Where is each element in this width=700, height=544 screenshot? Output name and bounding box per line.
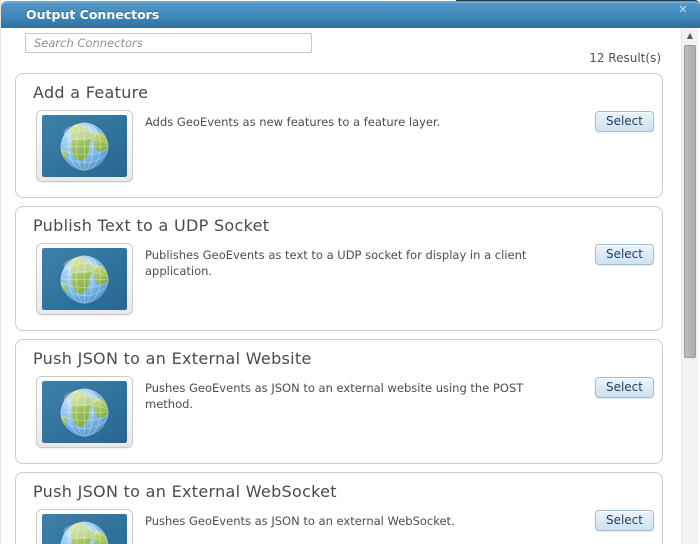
globe-thumbnail: [36, 110, 133, 182]
connector-title: Publish Text to a UDP Socket: [33, 216, 270, 235]
connector-title: Push JSON to an External Website: [33, 349, 312, 368]
connector-description: Pushes GeoEvents as JSON to an external …: [145, 514, 455, 528]
connector-list: Add a Feature Adds GeoEvents as new feat…: [15, 73, 663, 544]
connector-card-push-json-website: Push JSON to an External Website Pushes …: [15, 339, 663, 464]
dialog-titlebar: Output Connectors ✕: [1, 1, 700, 28]
results-count: 12 Result(s): [589, 51, 661, 65]
globe-icon: [42, 248, 127, 310]
connector-title: Add a Feature: [33, 83, 149, 102]
connector-description: Pushes GeoEvents as JSON to an external …: [145, 381, 524, 412]
output-connectors-dialog: { "dialog": { "title": "Output Connector…: [0, 0, 700, 544]
globe-icon: [42, 514, 127, 544]
scrollbar-thumb[interactable]: [684, 45, 696, 358]
connector-title: Push JSON to an External WebSocket: [33, 482, 337, 501]
dialog-title: Output Connectors: [26, 7, 160, 22]
search-input[interactable]: [25, 33, 312, 53]
connector-card-add-a-feature: Add a Feature Adds GeoEvents as new feat…: [15, 73, 663, 198]
select-button[interactable]: Select: [594, 377, 654, 398]
globe-icon: [42, 115, 127, 177]
scroll-up-arrow-icon[interactable]: ▲: [682, 28, 698, 43]
globe-thumbnail: [36, 509, 133, 544]
dialog-content: 12 Result(s) Add a Feature: [1, 28, 700, 544]
select-button[interactable]: Select: [594, 111, 654, 132]
select-button[interactable]: Select: [594, 244, 654, 265]
globe-thumbnail: [36, 376, 133, 448]
close-icon[interactable]: ✕: [676, 3, 690, 17]
connector-description: Publishes GeoEvents as text to a UDP soc…: [145, 248, 527, 279]
globe-thumbnail: [36, 243, 133, 315]
globe-icon: [42, 381, 127, 443]
connector-card-publish-text-udp: Publish Text to a UDP Socket Publishes G…: [15, 206, 663, 331]
connector-card-push-json-websocket: Push JSON to an External WebSocket Pushe…: [15, 472, 663, 544]
connector-description: Adds GeoEvents as new features to a feat…: [145, 115, 441, 129]
select-button[interactable]: Select: [594, 510, 654, 531]
vertical-scrollbar[interactable]: ▲: [681, 28, 698, 544]
